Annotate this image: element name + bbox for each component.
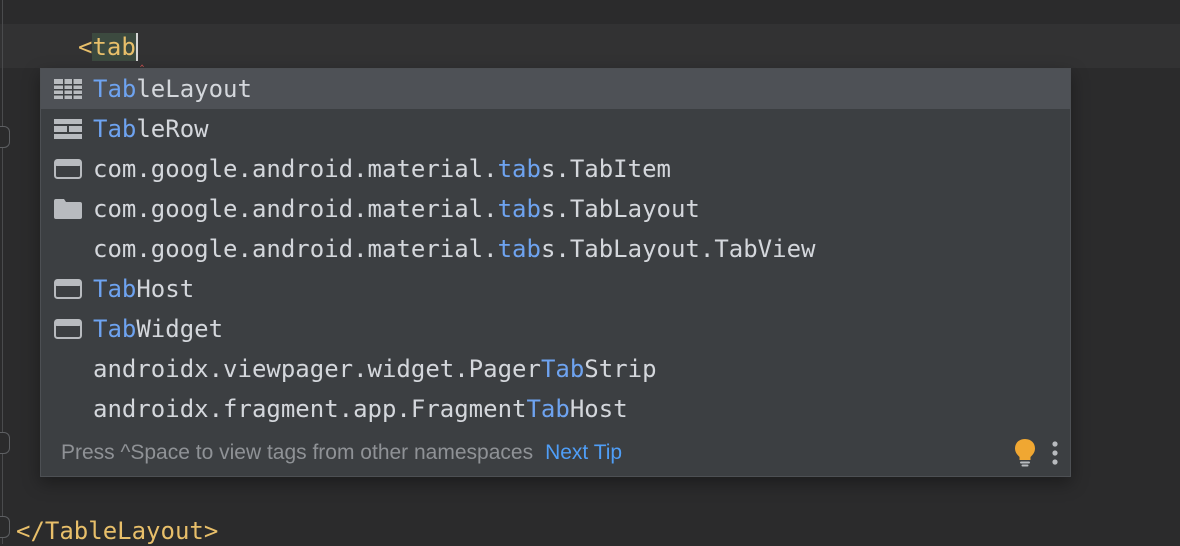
item-text-rest: s.TabLayout [540, 195, 700, 223]
completion-item[interactable]: Tab leRow [41, 109, 1070, 149]
item-match-highlight: Tab [93, 315, 137, 343]
icon-placeholder [54, 239, 82, 259]
table-layout-icon [54, 79, 82, 99]
item-text-rest: s.TabLayout.TabView [540, 235, 816, 263]
item-text-rest: leLayout [136, 75, 252, 103]
item-match-highlight: Tab [93, 115, 137, 143]
item-text-rest: leRow [136, 115, 209, 143]
code-line-closing-tag[interactable]: </TableLayout> [16, 516, 218, 546]
fold-marker[interactable] [0, 432, 10, 454]
item-text-prefix: androidx.fragment.app.Fragment [93, 395, 527, 423]
code-line-typed[interactable]: <tab [78, 32, 138, 62]
item-text-prefix: com.google.android.material. [93, 235, 498, 263]
tag-open-bracket: < [78, 33, 93, 61]
class-icon [54, 279, 82, 299]
item-match-highlight: Tab [540, 355, 585, 383]
item-match-highlight: tab [497, 235, 541, 263]
gutter-guide [2, 0, 3, 544]
layout-icon [54, 199, 82, 219]
completion-popup: Tab leLayout Tab leRow com.google.android.ma… [40, 68, 1071, 477]
completion-footer: Press ^Space to view tags from other nam… [41, 430, 1070, 476]
icon-placeholder [54, 359, 82, 379]
item-text-prefix: com.google.android.material. [93, 155, 498, 183]
item-match-highlight: Tab [93, 275, 137, 303]
completion-item[interactable]: com.google.android.material. tab s.TabLayo… [41, 229, 1070, 269]
completion-item[interactable]: Tab Widget [41, 309, 1070, 349]
class-icon [54, 159, 82, 179]
completion-item[interactable]: Tab Host [41, 269, 1070, 309]
footer-hint: Press ^Space to view tags from other nam… [61, 441, 534, 464]
item-text-prefix: androidx.viewpager.widget.Pager [93, 355, 541, 383]
item-match-highlight: Tab [93, 75, 137, 103]
more-vertical-icon[interactable] [1050, 440, 1060, 466]
text-caret [135, 33, 138, 61]
item-text-rest: Widget [136, 315, 224, 343]
completion-list: Tab leLayout Tab leRow com.google.android.ma… [41, 69, 1070, 429]
table-row-icon [54, 119, 82, 139]
icon-placeholder [54, 399, 82, 419]
item-match-highlight: tab [497, 195, 541, 223]
next-tip-link[interactable]: Next Tip [545, 441, 622, 465]
error-squiggle: ‸ [140, 53, 145, 67]
fold-marker[interactable] [0, 516, 10, 538]
item-text-prefix: com.google.android.material. [93, 195, 498, 223]
completion-item[interactable]: com.google.android.material. tab s.TabLayo… [41, 189, 1070, 229]
item-text-rest: s.TabItem [540, 155, 671, 183]
fold-marker[interactable] [0, 126, 10, 148]
item-text-rest: Host [136, 275, 195, 303]
item-match-highlight: tab [497, 155, 541, 183]
item-text-rest: Host [569, 395, 628, 423]
lightbulb-icon[interactable] [1014, 438, 1036, 468]
current-line-highlight [0, 24, 1180, 68]
completion-item[interactable]: com.google.android.material. tab s.TabItem [41, 149, 1070, 189]
item-match-highlight: Tab [526, 395, 570, 423]
typed-text: tab [92, 33, 136, 61]
completion-item[interactable]: androidx.viewpager.widget.Pager Tab Strip [41, 349, 1070, 389]
item-text-rest: Strip [584, 355, 657, 383]
completion-item[interactable]: Tab leLayout [41, 69, 1070, 109]
class-icon [54, 319, 82, 339]
completion-item[interactable]: androidx.fragment.app.Fragment Tab Host [41, 389, 1070, 429]
